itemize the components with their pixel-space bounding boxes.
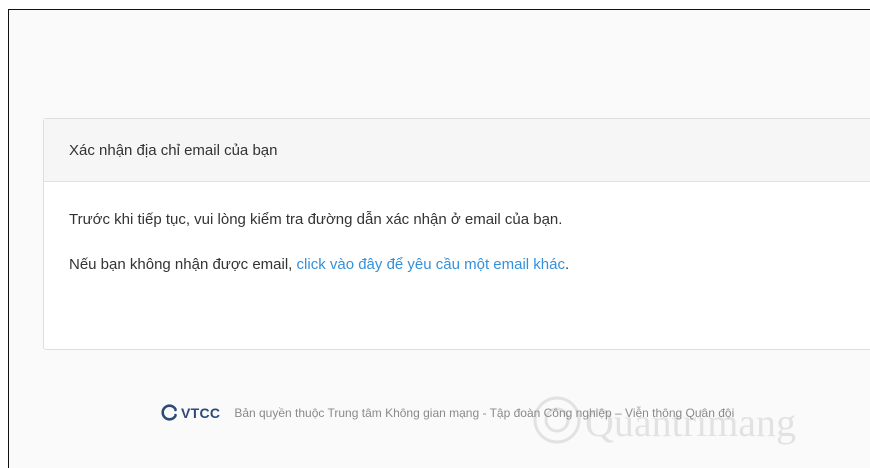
card-body: Trước khi tiếp tục, vui lòng kiểm tra đư… <box>44 182 870 275</box>
card-title: Xác nhận địa chỉ email của bạn <box>69 141 278 159</box>
vtcc-logo-icon <box>161 404 178 421</box>
watermark: Quantrimang <box>521 388 851 463</box>
card-header: Xác nhận địa chỉ email của bạn <box>44 119 870 182</box>
vtcc-logo-text: VTCC <box>181 404 221 421</box>
resend-suffix: . <box>565 256 570 273</box>
vtcc-logo: VTCC <box>161 404 220 421</box>
resend-paragraph: Nếu bạn không nhận được email, click vào… <box>69 255 857 275</box>
page-frame: Xác nhận địa chỉ email của bạn Trước khi… <box>8 9 870 468</box>
verify-email-card: Xác nhận địa chỉ email của bạn Trước khi… <box>43 118 870 350</box>
resend-prefix: Nếu bạn không nhận được email, <box>69 256 297 273</box>
watermark-graphic: Quantrimang <box>533 396 796 445</box>
verify-message: Trước khi tiếp tục, vui lòng kiểm tra đư… <box>69 211 563 228</box>
footer: VTCC Bản quyền thuộc Trung tâm Không gia… <box>161 404 734 421</box>
resend-email-link[interactable]: click vào đây để yêu cầu một email khác <box>297 256 565 273</box>
copyright-text: Bản quyền thuộc Trung tâm Không gian mạn… <box>234 405 735 420</box>
